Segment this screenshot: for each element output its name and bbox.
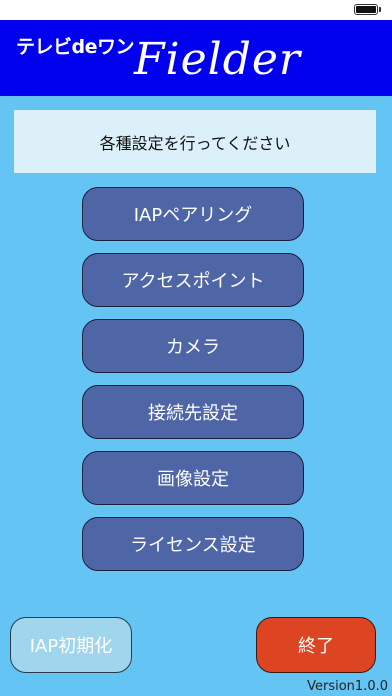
iap-pairing-label: IAPペアリング <box>133 205 253 226</box>
iap-reset-button[interactable]: IAP初期化 <box>10 617 132 673</box>
brand-logo-jp: テレビdeワン <box>16 36 135 58</box>
version-label: Version1.0.0 <box>307 679 388 694</box>
image-settings-button[interactable]: 画像設定 <box>82 451 304 505</box>
brand-logo-en: Fielder <box>134 34 301 85</box>
exit-button[interactable]: 終了 <box>256 617 376 673</box>
battery-icon <box>354 4 378 15</box>
connection-settings-button[interactable]: 接続先設定 <box>82 385 304 439</box>
camera-label: カメラ <box>166 337 220 358</box>
battery-tip <box>379 7 381 12</box>
connection-settings-label: 接続先設定 <box>148 403 238 424</box>
license-settings-button[interactable]: ライセンス設定 <box>82 517 304 571</box>
license-settings-label: ライセンス設定 <box>130 535 256 556</box>
status-bar <box>0 0 392 20</box>
camera-button[interactable]: カメラ <box>82 319 304 373</box>
access-point-button[interactable]: アクセスポイント <box>82 253 304 307</box>
iap-reset-label: IAP初期化 <box>29 636 113 657</box>
exit-label: 終了 <box>298 636 334 657</box>
iap-pairing-button[interactable]: IAPペアリング <box>82 187 304 241</box>
access-point-label: アクセスポイント <box>121 271 265 292</box>
app-header: テレビdeワン Fielder <box>0 20 392 96</box>
instruction-text: 各種設定を行ってください <box>99 133 291 153</box>
image-settings-label: 画像設定 <box>157 469 229 490</box>
instruction-message: 各種設定を行ってください <box>14 110 376 173</box>
